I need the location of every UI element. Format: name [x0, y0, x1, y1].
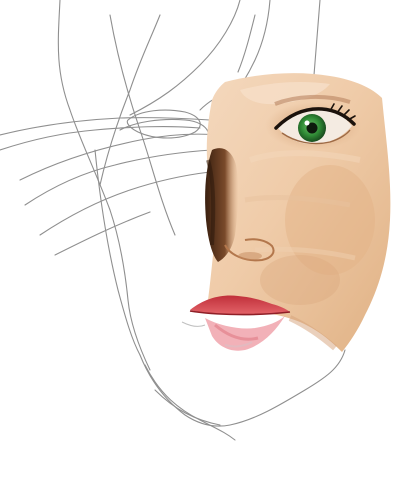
- portrait-artwork: [0, 0, 391, 441]
- painted-face: [181, 73, 391, 352]
